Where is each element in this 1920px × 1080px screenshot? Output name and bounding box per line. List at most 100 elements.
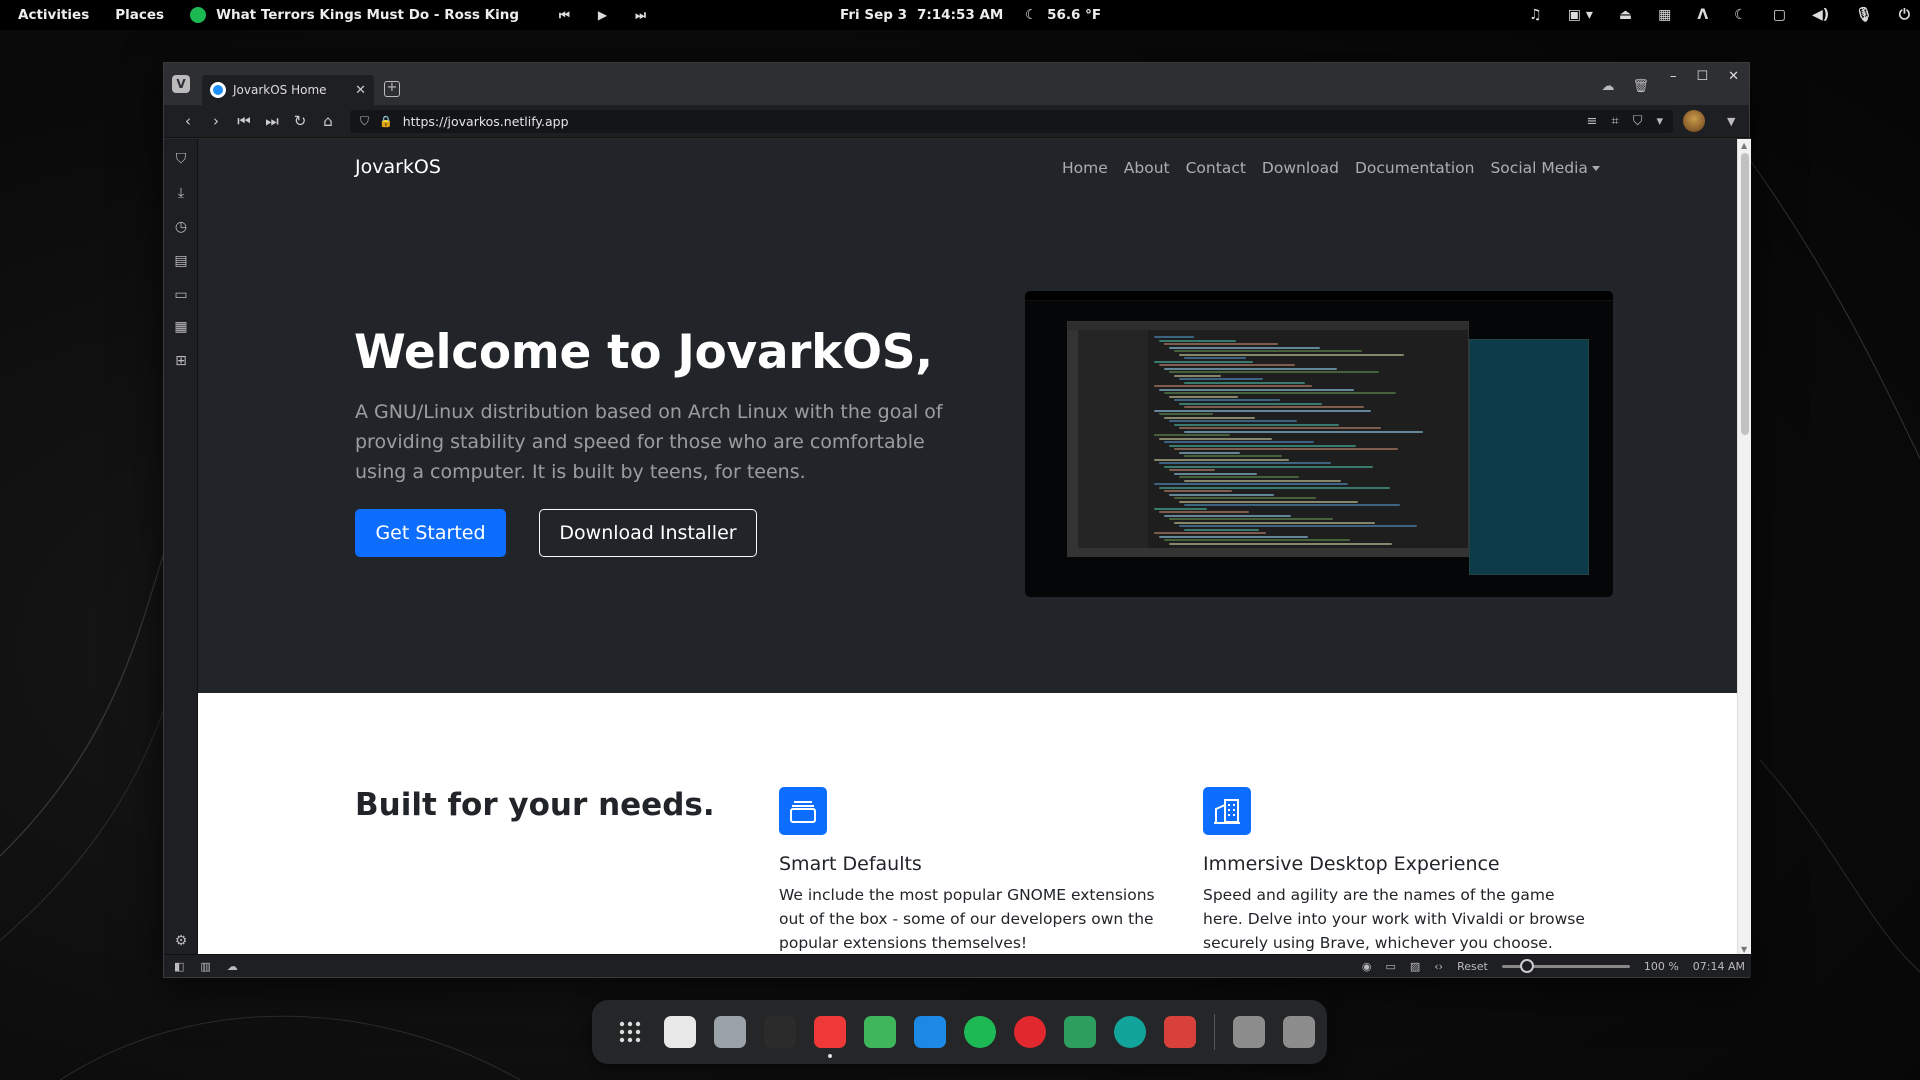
- home-button[interactable]: ⌂: [314, 112, 342, 130]
- extensions-menu-icon[interactable]: ▼: [1727, 115, 1735, 128]
- page-tiling-icon[interactable]: ▭: [1385, 960, 1395, 973]
- dock-app-aperture-icon[interactable]: [1114, 1016, 1146, 1048]
- profile-avatar[interactable]: [1683, 110, 1705, 132]
- browser-status-bar: ◧ ▥ ☁ ◉ ▭ ▨ ‹› Reset 100 % 07:14 AM: [164, 954, 1751, 977]
- site-brand[interactable]: JovarkOS: [355, 156, 441, 178]
- minimize-button[interactable]: –: [1670, 69, 1677, 84]
- get-started-button[interactable]: Get Started: [355, 509, 506, 557]
- nav-home[interactable]: Home: [1062, 159, 1108, 177]
- now-playing-title: What Terrors Kings Must Do - Ross King: [216, 7, 520, 23]
- dock-app-vivaldi-icon[interactable]: [814, 1016, 846, 1058]
- music-note-icon[interactable]: ♫: [1529, 7, 1542, 23]
- dock-app-vscode-icon[interactable]: [914, 1016, 946, 1048]
- night-light-icon[interactable]: ☾: [1734, 7, 1747, 23]
- caret-down-icon: [1591, 166, 1600, 171]
- weather-indicator[interactable]: ☾ 56.6 °F: [1025, 7, 1101, 23]
- eject-icon[interactable]: ⏏: [1619, 7, 1632, 23]
- screen-icon[interactable]: ▢: [1773, 7, 1786, 23]
- sync-status-icon[interactable]: ☁: [227, 960, 238, 973]
- dock-app-trash-icon[interactable]: [1283, 1016, 1315, 1048]
- nav-social-media-label: Social Media: [1490, 159, 1588, 177]
- nav-social-media-dropdown[interactable]: Social Media: [1490, 159, 1600, 177]
- spotify-icon: [190, 7, 207, 23]
- previous-track-button[interactable]: ⏮: [559, 8, 570, 23]
- shield-icon[interactable]: ⛉: [360, 114, 369, 129]
- bookmarks-panel-icon[interactable]: ⛉: [173, 151, 189, 167]
- zoom-slider[interactable]: [1501, 958, 1630, 973]
- tab-jovarkos-home[interactable]: JovarkOS Home ✕: [202, 75, 374, 105]
- power-icon[interactable]: ⏻: [1899, 7, 1910, 23]
- dock-app-calendar-icon[interactable]: [664, 1016, 696, 1048]
- dock-app-creative-cloud-icon[interactable]: [1014, 1016, 1046, 1048]
- mic-icon[interactable]: 🎙: [1855, 7, 1873, 23]
- media-player-indicator[interactable]: What Terrors Kings Must Do - Ross King: [190, 7, 519, 23]
- zoom-reset-button[interactable]: Reset: [1457, 960, 1488, 973]
- fast-forward-button[interactable]: ⏭: [258, 112, 286, 130]
- dock-app-image-viewer-icon[interactable]: [1233, 1016, 1265, 1048]
- back-button[interactable]: ‹: [174, 112, 202, 130]
- play-button[interactable]: ▶: [598, 8, 607, 22]
- notes-panel-icon[interactable]: ▤: [173, 253, 189, 269]
- nav-contact[interactable]: Contact: [1186, 159, 1246, 177]
- places-menu[interactable]: Places: [115, 7, 164, 23]
- screenshot-icon[interactable]: ◉: [1362, 960, 1372, 973]
- zoom-slider-knob[interactable]: [1519, 958, 1534, 973]
- page-actions-icon[interactable]: ‹›: [1434, 960, 1443, 973]
- close-tab-icon[interactable]: ✕: [355, 83, 366, 98]
- close-window-button[interactable]: ✕: [1728, 69, 1739, 84]
- capture-icon[interactable]: ⌗: [1611, 114, 1618, 129]
- downloads-panel-icon[interactable]: ⤓: [173, 185, 189, 201]
- scroll-up-icon[interactable]: ▲: [1741, 141, 1747, 150]
- reload-button[interactable]: ↻: [286, 112, 314, 130]
- temperature-label: 56.6 °F: [1047, 7, 1102, 23]
- dock-app-gnome-tweaks-icon[interactable]: [1064, 1016, 1096, 1048]
- url-input[interactable]: ⛉ 🔒 https://jovarkos.netlify.app ≡ ⌗ ⛉ ▾: [350, 109, 1673, 133]
- window-panel-icon[interactable]: ▭: [173, 287, 189, 303]
- clock-menu[interactable]: Fri Sep 3 7:14:53 AM: [840, 7, 1003, 23]
- page-scrollbar[interactable]: ▲ ▼: [1737, 139, 1751, 956]
- maximize-button[interactable]: ☐: [1696, 69, 1708, 84]
- forward-button[interactable]: ›: [202, 112, 230, 130]
- settings-gear-icon[interactable]: ⚙: [173, 933, 189, 949]
- dock-separator: [1214, 1014, 1215, 1050]
- tab-tiling-icon[interactable]: ▥: [200, 960, 210, 973]
- dash-dock: [592, 1000, 1327, 1064]
- dock-app-files-archive-icon[interactable]: [714, 1016, 746, 1048]
- calendar-panel-icon[interactable]: ▦: [173, 319, 189, 335]
- collection-icon: [779, 787, 827, 835]
- reader-view-icon[interactable]: ≡: [1586, 114, 1597, 129]
- history-panel-icon[interactable]: ◷: [173, 219, 189, 235]
- add-panel-icon[interactable]: ⊞: [173, 353, 189, 369]
- activities-button[interactable]: Activities: [18, 7, 89, 23]
- scroll-down-icon[interactable]: ▼: [1741, 945, 1747, 954]
- next-track-button[interactable]: ⏭: [635, 8, 646, 23]
- trash-icon[interactable]: 🗑: [1632, 79, 1649, 94]
- scrollbar-thumb[interactable]: [1741, 153, 1749, 435]
- vivaldi-menu-icon[interactable]: V: [172, 75, 190, 93]
- bookmark-icon[interactable]: ⛉: [1633, 114, 1643, 129]
- workspace-icon[interactable]: ▦: [1658, 7, 1671, 23]
- nav-download[interactable]: Download: [1262, 159, 1339, 177]
- clipboard-icon[interactable]: ▣ ▾: [1568, 7, 1593, 23]
- sync-cloud-icon[interactable]: ☁: [1601, 79, 1614, 94]
- browser-window: V JovarkOS Home ✕ + ☁ 🗑 – ☐ ✕ ‹ › ⏮ ⏭ ↻ …: [163, 62, 1751, 978]
- dock-app-screenshot-tool-icon[interactable]: [1164, 1016, 1196, 1048]
- dropdown-arrow-icon[interactable]: ▾: [1656, 114, 1663, 129]
- feature-description: We include the most popular GNOME extens…: [779, 886, 1155, 952]
- panel-toggle-icon[interactable]: ◧: [174, 960, 184, 973]
- image-toggle-icon[interactable]: ▨: [1410, 960, 1420, 973]
- dock-app-spotify-icon[interactable]: [964, 1016, 996, 1048]
- new-tab-button[interactable]: +: [384, 81, 400, 97]
- feature-description: Speed and agility are the names of the g…: [1203, 886, 1585, 952]
- nav-about[interactable]: About: [1124, 159, 1170, 177]
- volume-icon[interactable]: ◀): [1812, 7, 1829, 23]
- nav-documentation[interactable]: Documentation: [1355, 159, 1475, 177]
- dock-app-terminal-icon[interactable]: [764, 1016, 796, 1048]
- rewind-button[interactable]: ⏮: [230, 112, 258, 130]
- dock-app-file-manager-icon[interactable]: [864, 1016, 896, 1048]
- lock-icon[interactable]: 🔒: [379, 115, 393, 128]
- date-label: Fri Sep 3: [840, 7, 907, 23]
- download-installer-button[interactable]: Download Installer: [539, 509, 757, 557]
- dock-app-app-grid-icon[interactable]: [614, 1016, 646, 1048]
- vivaldi-tray-icon[interactable]: Λ: [1697, 7, 1708, 23]
